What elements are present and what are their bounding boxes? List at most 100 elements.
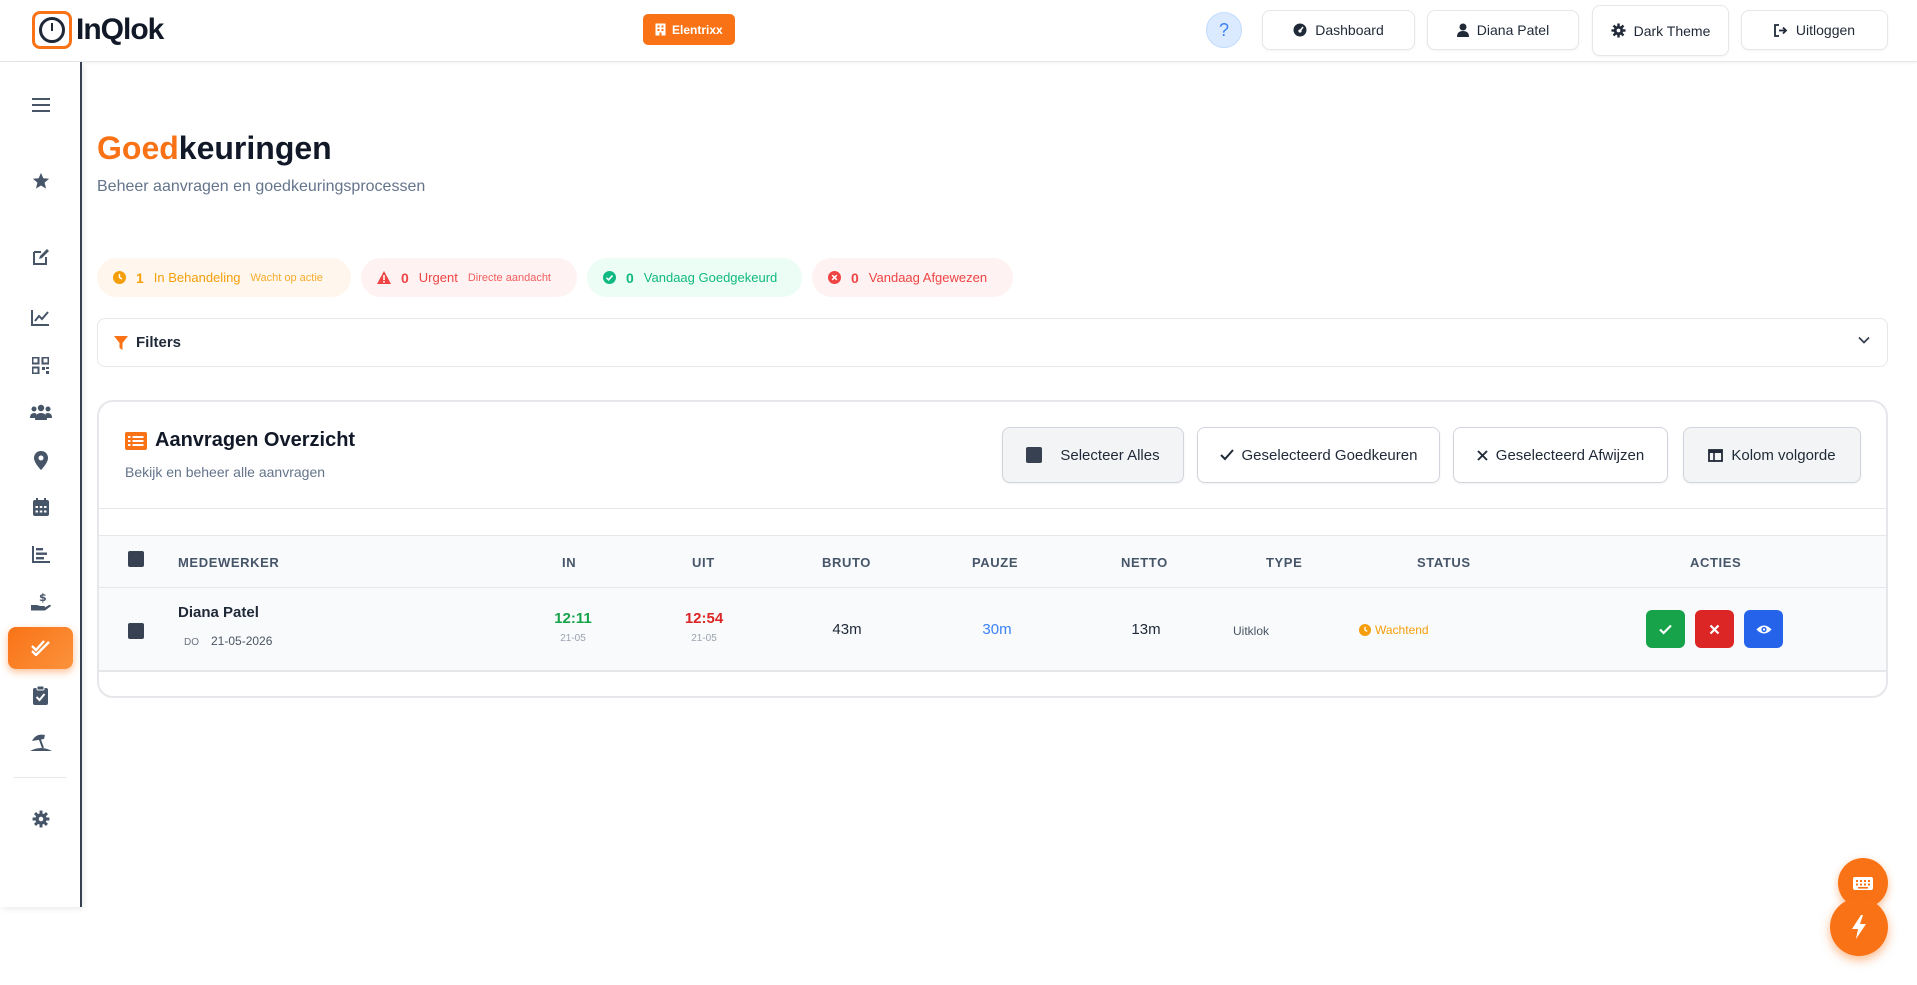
user-name: Diana Patel: [1476, 22, 1550, 38]
logout-icon: [1774, 23, 1788, 37]
check-circle-icon: [603, 271, 616, 284]
sidebar-item-favorites[interactable]: [8, 160, 73, 202]
approve-selected-label: Geselecteerd Goedkeuren: [1241, 446, 1418, 464]
column-header-employee[interactable]: MEDEWERKER: [178, 555, 279, 570]
column-header-status[interactable]: STATUS: [1417, 555, 1471, 570]
sidebar-item-tasks[interactable]: [8, 674, 73, 716]
clock-out-date: 21-05: [691, 633, 717, 644]
quick-actions-button[interactable]: [1830, 898, 1888, 956]
calendar-icon: [32, 498, 49, 516]
select-all-button[interactable]: Selecteer Alles: [1002, 427, 1184, 483]
sidebar-item-team[interactable]: [8, 391, 73, 433]
filter-icon: [114, 335, 128, 350]
clipboard-check-icon: [33, 685, 48, 705]
filters-panel-toggle[interactable]: Filters: [97, 318, 1888, 367]
chevron-down-icon: [1858, 336, 1870, 344]
app-name: InQlok: [76, 13, 164, 46]
approve-selected-button[interactable]: Geselecteerd Goedkeuren: [1197, 427, 1440, 483]
sidebar-item-settings[interactable]: [8, 798, 73, 840]
dashboard-label: Dashboard: [1315, 22, 1384, 38]
company-badge[interactable]: Elentrixx: [643, 14, 735, 45]
bar-chart-icon: [31, 545, 50, 563]
row-day: DO: [184, 637, 199, 648]
reject-button[interactable]: [1695, 610, 1734, 648]
double-check-icon: [31, 640, 50, 656]
sidebar-item-qr[interactable]: [8, 344, 73, 386]
stat-rejected-today[interactable]: 0 Vandaag Afgewezen: [812, 258, 1013, 297]
break-duration[interactable]: 30m: [947, 621, 1047, 638]
clock-icon: [113, 271, 126, 284]
sidebar-item-calendar[interactable]: [8, 486, 73, 528]
stat-urgent-sub: Directe aandacht: [467, 271, 551, 284]
net-duration: 13m: [1131, 621, 1161, 638]
row-select-checkbox[interactable]: [128, 623, 144, 639]
sidebar-item-leave[interactable]: [8, 721, 73, 763]
card-divider: [99, 508, 1886, 509]
sidebar-item-edit[interactable]: [8, 236, 73, 278]
page-subtitle: Beheer aanvragen en goedkeuringsprocesse…: [97, 178, 426, 195]
clock-icon: [1359, 624, 1371, 636]
company-name: Elentrixx: [672, 22, 723, 37]
employee-name: Diana Patel: [178, 604, 259, 621]
dashboard-button[interactable]: Dashboard: [1262, 10, 1415, 50]
reject-selected-button[interactable]: Geselecteerd Afwijzen: [1453, 427, 1668, 483]
column-header-gross[interactable]: BRUTO: [822, 555, 871, 570]
close-icon: [1709, 624, 1720, 634]
sidebar-item-analytics[interactable]: [8, 296, 73, 338]
theme-label: Dark Theme: [1633, 22, 1711, 39]
stat-rejected-label: Vandaag Afgewezen: [868, 270, 988, 285]
sidebar-item-payroll[interactable]: $: [8, 580, 73, 622]
eye-icon: [1756, 625, 1771, 633]
users-icon: [29, 404, 52, 420]
stat-urgent-count: 0: [401, 269, 409, 286]
select-all-label: Selecteer Alles: [1060, 446, 1160, 464]
entry-type: Uitklok: [1233, 624, 1270, 638]
clock-in-cell: 12:11 21-05: [523, 610, 623, 644]
stat-urgent[interactable]: 0 Urgent Directe aandacht: [361, 258, 577, 297]
column-header-net[interactable]: NETTO: [1121, 555, 1168, 570]
column-order-label: Kolom volgorde: [1731, 446, 1836, 464]
column-header-in[interactable]: IN: [562, 555, 576, 570]
sidebar-menu-toggle[interactable]: [8, 84, 73, 126]
close-icon: [1477, 449, 1488, 461]
clock-out-time: 12:54: [684, 610, 724, 627]
gross-duration: 43m: [832, 621, 862, 638]
theme-toggle-button[interactable]: Dark Theme: [1592, 5, 1729, 56]
top-bar: InQlok Elentrixx ? Dashboard Diana Patel…: [0, 0, 1917, 62]
help-button[interactable]: ?: [1206, 12, 1242, 48]
gear-icon: [32, 810, 49, 828]
gauge-icon: [1293, 23, 1307, 37]
clock-in-date: 21-05: [560, 633, 586, 644]
sidebar-item-locations[interactable]: [8, 439, 73, 481]
building-icon: [655, 23, 666, 36]
star-icon: [32, 172, 49, 189]
table-header: MEDEWERKER IN UIT BRUTO PAUZE NETTO TYPE…: [99, 535, 1886, 588]
logout-label: Uitloggen: [1795, 22, 1856, 38]
list-icon: [125, 431, 147, 450]
column-header-type[interactable]: TYPE: [1266, 555, 1302, 570]
sidebar: $: [0, 62, 82, 907]
keyboard-icon: [1853, 876, 1873, 890]
page-title-rest: keuringen: [178, 130, 332, 166]
column-header-out[interactable]: UIT: [692, 555, 715, 570]
stat-pending[interactable]: 1 In Behandeling Wacht op actie: [97, 258, 351, 297]
logout-button[interactable]: Uitloggen: [1741, 10, 1888, 50]
sidebar-item-reports[interactable]: [8, 533, 73, 575]
column-header-actions: ACTIES: [1690, 555, 1742, 570]
stat-approved-today[interactable]: 0 Vandaag Goedgekeurd: [587, 258, 802, 297]
approve-button[interactable]: [1646, 610, 1685, 648]
umbrella-beach-icon: [29, 734, 52, 751]
column-order-button[interactable]: Kolom volgorde: [1683, 427, 1861, 483]
table-row[interactable]: Diana Patel DO 21-05-2026 12:11 21-05 12…: [99, 588, 1886, 672]
view-details-button[interactable]: [1744, 610, 1783, 648]
status-badge: Wachtend: [1359, 623, 1429, 637]
sidebar-item-approvals[interactable]: [8, 627, 73, 669]
column-header-break[interactable]: PAUZE: [972, 555, 1018, 570]
overview-title-text: Aanvragen Overzicht: [155, 429, 356, 451]
header-select-checkbox[interactable]: [128, 551, 144, 567]
user-button[interactable]: Diana Patel: [1427, 10, 1579, 50]
app-logo[interactable]: InQlok: [32, 11, 164, 49]
stat-pending-sub: Wacht op actie: [250, 271, 323, 284]
row-date: 21-05-2026: [211, 634, 273, 648]
qrcode-icon: [32, 356, 49, 374]
